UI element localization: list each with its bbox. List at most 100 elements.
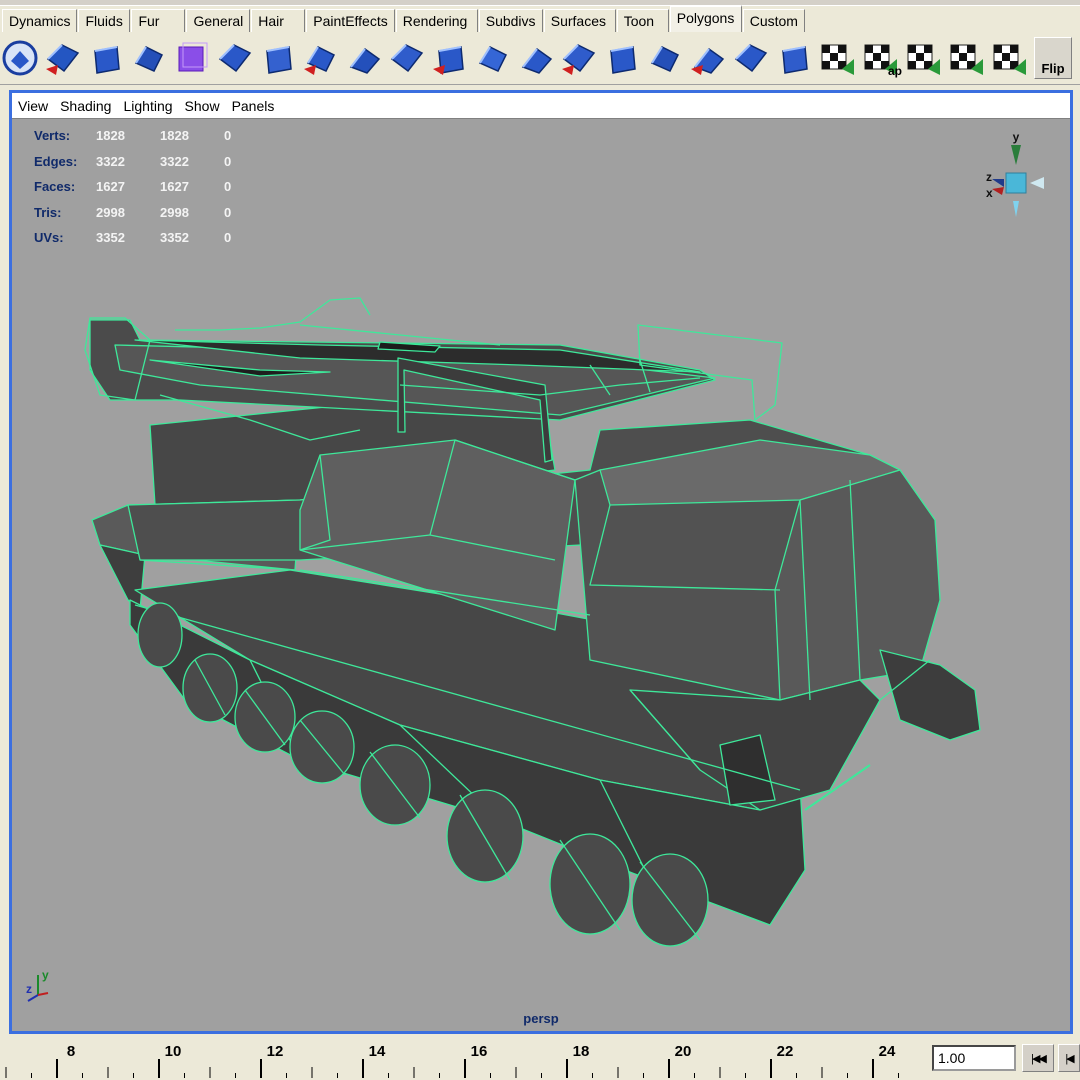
world-axis-indicator: y z <box>26 968 49 1002</box>
gizmo-x-cone <box>992 187 1004 195</box>
tab-custom[interactable]: Custom <box>742 9 805 32</box>
tab-subdivs[interactable]: Subdivs <box>478 9 543 32</box>
hud-value-selected: 1627 <box>160 179 189 195</box>
smooth-icon[interactable] <box>645 36 685 80</box>
wedge-face-icon[interactable] <box>387 36 427 80</box>
tab-painteffects[interactable]: PaintEffects <box>306 9 395 32</box>
time-tick-label: 22 <box>776 1043 794 1060</box>
merge-vertices-icon[interactable] <box>516 36 556 80</box>
panel-menu-show[interactable]: Show <box>185 98 220 114</box>
road-wheel <box>137 602 183 668</box>
extrude-edge-icon[interactable] <box>344 36 384 80</box>
hud-label: UVs: <box>34 230 64 246</box>
uv-spherical-icon[interactable] <box>903 36 943 80</box>
subdivide-icon[interactable] <box>602 36 642 80</box>
hud-label: Edges: <box>34 153 78 169</box>
cut-faces-icon[interactable] <box>215 36 255 80</box>
hud-value-total: 3322 <box>96 153 125 169</box>
bevel-icon[interactable] <box>430 36 470 80</box>
hud-value-extra: 0 <box>224 204 232 220</box>
extrude-face-icon[interactable] <box>301 36 341 80</box>
perspective-viewport[interactable]: Verts: 1828 1828 0 Edges: 3322 3322 0 Faces: 1627… <box>12 119 1070 1031</box>
hud-label: Verts: <box>34 128 71 144</box>
tab-dynamics[interactable]: Dynamics <box>2 9 78 32</box>
shelf-tab-bar: Dynamics Fluids Fur General Hair PaintEffects… <box>0 0 1080 32</box>
hud-label: Faces: <box>34 179 76 195</box>
flip-label: Flip <box>1041 61 1065 76</box>
tab-surfaces[interactable]: Surfaces <box>543 9 616 32</box>
hud-row-tris: Tris: 2998 2998 0 <box>34 200 244 226</box>
hud-value-extra: 0 <box>224 153 232 169</box>
sphere-faces-icon[interactable] <box>129 36 169 80</box>
uv-automatic-icon[interactable]: ap <box>860 36 902 80</box>
road-wheel <box>446 789 524 883</box>
cube-wire-icon[interactable] <box>172 36 212 80</box>
hud-value-selected: 3352 <box>160 230 189 246</box>
step-back-icon: |◀ <box>1065 1052 1074 1065</box>
hud-value-total: 1828 <box>96 128 125 144</box>
shelf-tab-row: Dynamics Fluids Fur General Hair PaintEffects… <box>2 5 806 32</box>
gizmo-z-label: z <box>986 170 992 184</box>
panel-menu-panels[interactable]: Panels <box>232 98 275 114</box>
poly-count-hud: Verts: 1828 1828 0 Edges: 3322 3322 0 Faces: 1627… <box>34 123 244 251</box>
gizmo-neg-y-cone <box>1013 201 1019 217</box>
hud-label: Tris: <box>34 204 62 220</box>
panel-menu-bar: View Shading Lighting Show Panels <box>12 93 1070 119</box>
hud-value-extra: 0 <box>224 128 232 144</box>
split-poly-icon[interactable] <box>43 36 83 80</box>
time-tick-label: 12 <box>266 1043 284 1060</box>
sphere-poly-icon[interactable] <box>86 36 126 80</box>
step-back-button[interactable]: |◀ <box>1058 1044 1080 1072</box>
axis-y-label: y <box>42 968 49 982</box>
planar-map-icon[interactable] <box>774 36 814 80</box>
tab-hair[interactable]: Hair <box>251 9 306 32</box>
uv-layout-icon[interactable] <box>989 36 1029 80</box>
rear-bumper <box>879 649 981 741</box>
camera-name-label: persp <box>523 1011 559 1026</box>
view-axis-gizmo[interactable]: y z x <box>980 129 1052 219</box>
collapse-icon[interactable] <box>559 36 599 80</box>
hud-value-extra: 0 <box>224 179 232 195</box>
uv-cylindrical-icon[interactable] <box>817 36 857 80</box>
vehicle-mesh-wireframe[interactable] <box>12 119 1070 1031</box>
time-tick-label: 14 <box>368 1043 386 1060</box>
gizmo-center-cube <box>1005 172 1027 194</box>
append-poly-icon[interactable] <box>688 36 728 80</box>
axis-x-line <box>37 992 49 996</box>
flip-button[interactable]: Flip <box>1034 37 1072 79</box>
time-tick-label: 10 <box>164 1043 182 1060</box>
uv-automatic-partial-label: ap <box>887 64 902 78</box>
current-frame-field[interactable]: 1.00 <box>932 1045 1016 1071</box>
shelf-tool-list: ap <box>0 36 1032 80</box>
time-tick-label: 8 <box>66 1043 76 1060</box>
tab-polygons[interactable]: Polygons <box>669 5 742 32</box>
model-panel: View Shading Lighting Show Panels Verts:… <box>9 90 1073 1034</box>
tab-rendering[interactable]: Rendering <box>395 9 478 32</box>
hud-row-uvs: UVs: 3352 3352 0 <box>34 225 244 251</box>
gizmo-x-label: x <box>986 186 993 200</box>
go-to-start-button[interactable]: |◀◀ <box>1022 1044 1054 1072</box>
rewind-icon: |◀◀ <box>1031 1052 1047 1065</box>
hud-value-total: 2998 <box>96 204 125 220</box>
panel-menu-view[interactable]: View <box>18 98 48 114</box>
tab-fur[interactable]: Fur <box>131 9 186 32</box>
time-tick-label: 18 <box>572 1043 590 1060</box>
hud-value-selected: 3322 <box>160 153 189 169</box>
tab-toon[interactable]: Toon <box>616 9 669 32</box>
axis-z-label: z <box>26 982 32 996</box>
hud-row-edges: Edges: 3322 3322 0 <box>34 149 244 175</box>
uv-texture-editor-icon[interactable] <box>946 36 986 80</box>
split-edge-icon[interactable] <box>258 36 298 80</box>
polygons-shelf: ap <box>0 32 1080 85</box>
hud-value-total: 1627 <box>96 179 125 195</box>
panel-menu-shading[interactable]: Shading <box>60 98 111 114</box>
mirror-icon[interactable] <box>731 36 771 80</box>
hud-row-verts: Verts: 1828 1828 0 <box>34 123 244 149</box>
panel-menu-lighting[interactable]: Lighting <box>123 98 172 114</box>
select-poly-icon[interactable] <box>0 36 40 80</box>
tab-fluids[interactable]: Fluids <box>78 9 131 32</box>
tab-general[interactable]: General <box>186 9 251 32</box>
duplicate-face-icon[interactable] <box>473 36 513 80</box>
time-tick-label: 16 <box>470 1043 488 1060</box>
time-slider[interactable]: 8 10 12 14 16 18 20 22 24 <box>0 1037 928 1080</box>
